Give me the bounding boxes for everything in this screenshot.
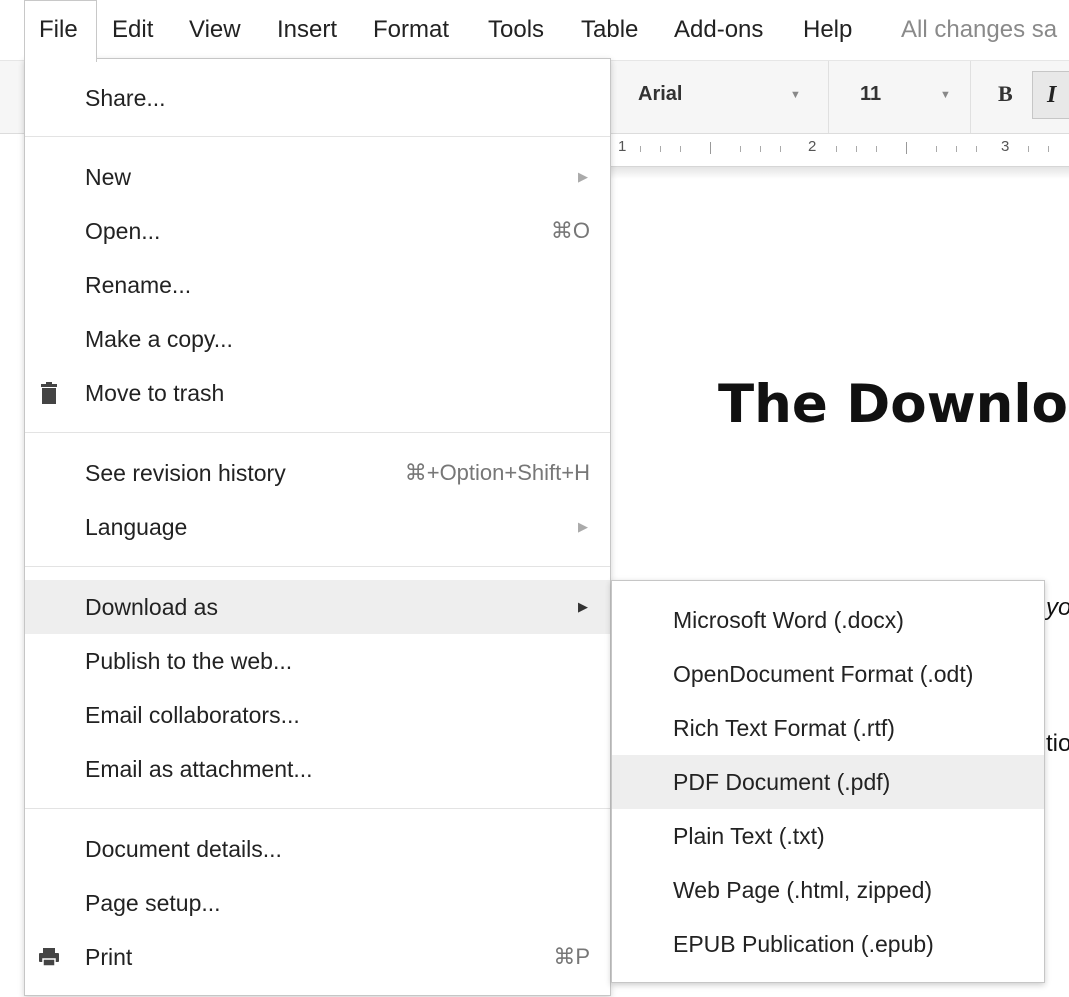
menu-help[interactable]: Help [803, 0, 852, 60]
menu-item-new[interactable]: New ▶ [25, 150, 610, 204]
menu-insert[interactable]: Insert [277, 0, 337, 60]
file-menu-dropdown: Share... New ▶ Open... ⌘O Rename... Make… [24, 58, 611, 996]
menu-item-label: See revision history [85, 460, 286, 486]
submenu-item-label: Web Page (.html, zipped) [673, 877, 933, 903]
download-docx[interactable]: Microsoft Word (.docx) [612, 593, 1044, 647]
trash-icon [41, 382, 57, 404]
ruler-mark: 3 [1001, 138, 1010, 155]
menu-file[interactable]: File [24, 0, 97, 62]
menu-item-email-attachment[interactable]: Email as attachment... [25, 742, 610, 796]
menu-item-email-collaborators[interactable]: Email collaborators... [25, 688, 610, 742]
menu-item-revision-history[interactable]: See revision history ⌘+Option+Shift+H [25, 446, 610, 500]
menu-item-document-details[interactable]: Document details... [25, 822, 610, 876]
menu-divider [25, 136, 610, 137]
menu-tools[interactable]: Tools [488, 0, 544, 60]
submenu-item-label: Microsoft Word (.docx) [673, 607, 904, 633]
menu-item-publish-web[interactable]: Publish to the web... [25, 634, 610, 688]
submenu-item-label: EPUB Publication (.epub) [673, 931, 934, 957]
ruler[interactable]: 1 2 3 [600, 134, 1069, 167]
triangle-right-icon: ▶ [578, 519, 588, 534]
font-family-select[interactable]: Arial [638, 83, 682, 106]
menu-item-label: Move to trash [85, 380, 225, 406]
submenu-item-label: Plain Text (.txt) [673, 823, 825, 849]
caret-down-icon[interactable]: ▼ [940, 89, 951, 101]
menu-view[interactable]: View [189, 0, 241, 60]
menu-divider [25, 432, 610, 433]
shortcut-label: ⌘+Option+Shift+H [404, 460, 590, 485]
menu-item-label: Open... [85, 218, 161, 244]
ruler-mark: 1 [618, 138, 627, 155]
triangle-right-icon: ▶ [578, 169, 588, 184]
triangle-right-icon: ▶ [578, 599, 588, 614]
menu-item-label: Download as [85, 594, 218, 620]
menu-item-label: Publish to the web... [85, 648, 293, 674]
toolbar-divider [828, 61, 829, 133]
shortcut-label: ⌘P [553, 944, 590, 969]
download-rtf[interactable]: Rich Text Format (.rtf) [612, 701, 1044, 755]
menu-item-label: Email collaborators... [85, 702, 300, 728]
download-html-zipped[interactable]: Web Page (.html, zipped) [612, 863, 1044, 917]
menu-item-label: New [85, 164, 132, 190]
italic-button[interactable]: I [1032, 71, 1069, 119]
submenu-item-label: OpenDocument Format (.odt) [673, 661, 974, 687]
page-edge [600, 167, 1069, 179]
menu-item-make-copy[interactable]: Make a copy... [25, 312, 610, 366]
menu-item-language[interactable]: Language ▶ [25, 500, 610, 554]
menu-item-label: Share... [85, 85, 166, 111]
menu-item-share[interactable]: Share... [25, 71, 610, 125]
menu-item-page-setup[interactable]: Page setup... [25, 876, 610, 930]
menu-bar: File Edit View Insert Format Tools Table… [0, 0, 1069, 62]
shortcut-label: ⌘O [550, 218, 590, 243]
download-odt[interactable]: OpenDocument Format (.odt) [612, 647, 1044, 701]
menu-divider [25, 566, 610, 567]
menu-item-label: Document details... [85, 836, 282, 862]
menu-item-rename[interactable]: Rename... [25, 258, 610, 312]
menu-item-print[interactable]: Print ⌘P [25, 930, 610, 984]
ruler-mark: 2 [808, 138, 817, 155]
caret-down-icon[interactable]: ▼ [790, 89, 801, 101]
printer-icon [39, 948, 59, 967]
menu-edit[interactable]: Edit [112, 0, 153, 60]
menu-item-label: Language [85, 514, 188, 540]
download-pdf[interactable]: PDF Document (.pdf) [612, 755, 1044, 809]
document-text[interactable]: tio [1046, 730, 1069, 758]
submenu-item-label: Rich Text Format (.rtf) [673, 715, 895, 741]
menu-item-open[interactable]: Open... ⌘O [25, 204, 610, 258]
menu-table[interactable]: Table [581, 0, 638, 60]
download-txt[interactable]: Plain Text (.txt) [612, 809, 1044, 863]
download-epub[interactable]: EPUB Publication (.epub) [612, 917, 1044, 971]
bold-button[interactable]: B [998, 81, 1013, 107]
toolbar-divider [970, 61, 971, 133]
font-size-select[interactable]: 11 [860, 83, 881, 106]
document-title[interactable]: The Downloa [718, 374, 1069, 435]
menu-item-label: Make a copy... [85, 326, 233, 352]
menu-item-download-as[interactable]: Download as ▶ [25, 580, 610, 634]
menu-divider [25, 808, 610, 809]
save-status: All changes sa [901, 16, 1058, 43]
menu-item-label: Print [85, 944, 133, 970]
menu-item-label: Rename... [85, 272, 192, 298]
menu-item-label: Email as attachment... [85, 756, 313, 782]
submenu-item-label: PDF Document (.pdf) [673, 769, 891, 795]
menu-format[interactable]: Format [373, 0, 449, 60]
menu-item-label: Page setup... [85, 890, 221, 916]
menu-item-move-to-trash[interactable]: Move to trash [25, 366, 610, 420]
document-text[interactable]: yo [1046, 594, 1069, 622]
menu-addons[interactable]: Add-ons [674, 0, 763, 60]
download-as-submenu: Microsoft Word (.docx) OpenDocument Form… [611, 580, 1045, 983]
